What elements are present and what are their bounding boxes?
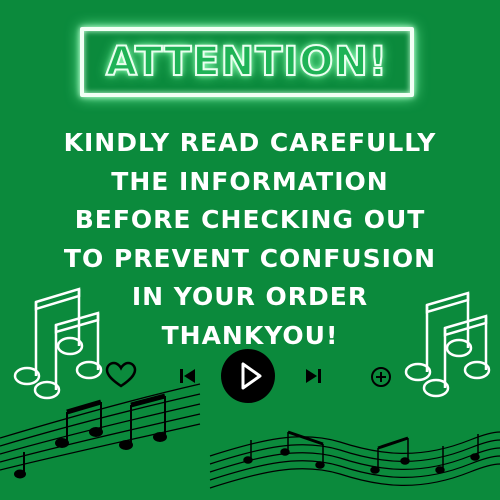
- music-staff-right-icon: [209, 430, 500, 489]
- music-notes-left-icon: [13, 287, 103, 400]
- add-icon[interactable]: [371, 367, 391, 387]
- announcement-card: ATTENTION! KINDLY READ CAREFULLY THE INF…: [0, 0, 500, 500]
- decorations: [0, 287, 500, 489]
- next-icon[interactable]: [306, 369, 321, 383]
- music-notes-right-icon: [404, 291, 491, 398]
- play-icon[interactable]: [221, 349, 275, 403]
- previous-icon[interactable]: [180, 369, 195, 383]
- heart-icon[interactable]: [105, 361, 137, 388]
- music-staff-left-icon: [0, 383, 201, 479]
